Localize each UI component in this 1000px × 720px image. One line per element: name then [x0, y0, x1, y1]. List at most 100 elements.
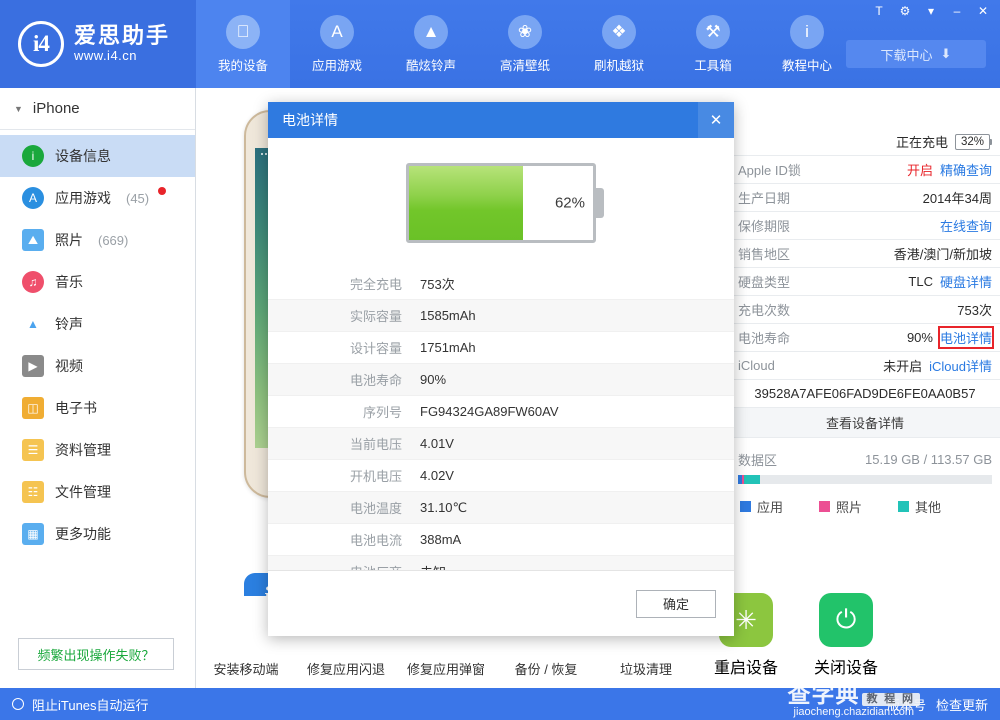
- storage-header: 数据区 15.19 GB / 113.57 GB: [730, 438, 1000, 475]
- battery-detail-row-1: 实际容量 1585mAh: [268, 300, 734, 332]
- nav-item-5[interactable]: ⚒ 工具箱: [666, 0, 760, 88]
- appstore-icon: A: [320, 14, 354, 49]
- nav-item-label: 高清壁纸: [499, 58, 550, 73]
- skin-icon[interactable]: T: [866, 0, 892, 22]
- photo-icon: ⛰: [22, 229, 44, 251]
- battery-detail-value: 31.10℃: [420, 499, 468, 515]
- sidebar-item-7[interactable]: ☰ 资料管理: [0, 429, 195, 471]
- status-bar: 阻止iTunes自动运行 版本号 检查更新: [0, 688, 1000, 720]
- nav-item-6[interactable]: i 教程中心: [760, 0, 854, 88]
- appstore-icon: A: [22, 187, 44, 209]
- close-icon[interactable]: ✕: [970, 0, 996, 22]
- nav-item-label: 教程中心: [781, 58, 832, 73]
- tool-4[interactable]: 垃圾清理: [596, 659, 696, 688]
- tool-2[interactable]: 修复应用弹窗: [396, 659, 496, 688]
- download-center-button[interactable]: 下载中心 ⬇: [846, 40, 986, 68]
- tool-1[interactable]: 修复应用闪退: [296, 659, 396, 688]
- tool-power-off-icon[interactable]: ⏻ 关闭设备: [796, 593, 896, 688]
- sidebar-item-3[interactable]: ♫ 音乐: [0, 261, 195, 303]
- device-tree-header[interactable]: ▼ iPhone: [0, 88, 195, 130]
- nav-item-label: 酷炫铃声: [405, 58, 456, 73]
- device-info-label: Apple ID锁: [738, 163, 801, 178]
- operation-failed-button[interactable]: 频繁出现操作失败？: [18, 638, 174, 670]
- sidebar-item-label: 电子书: [55, 400, 97, 416]
- device-info-link[interactable]: iCloud详情: [929, 356, 992, 375]
- nav-item-0[interactable]:  我的设备: [196, 0, 290, 88]
- sidebar-item-label: 视频: [55, 358, 83, 374]
- nav-item-2[interactable]: ▲ 酷炫铃声: [384, 0, 478, 88]
- device-info-link[interactable]: 电池详情: [937, 326, 995, 349]
- device-info-link[interactable]: 在线查询: [940, 216, 992, 235]
- battery-gauge: 62%: [268, 138, 734, 268]
- device-info-value: 90%: [906, 330, 933, 345]
- sidebar-item-count: (669): [98, 232, 129, 248]
- device-info-row-1: Apple ID锁 开启 精确查询: [730, 156, 1000, 184]
- tool-0[interactable]: 安装移动端: [196, 659, 296, 688]
- battery-outline-icon: 62%: [406, 163, 604, 243]
- nav-item-label: 我的设备: [217, 58, 268, 73]
- legend-label: 其他: [915, 500, 942, 515]
- device-info-row-3: 保修期限 在线查询: [730, 212, 1000, 240]
- dialog-title: 电池详情: [282, 112, 338, 128]
- device-info-link[interactable]: 硬盘详情: [940, 272, 992, 291]
- battery-detail-value: 90%: [420, 372, 447, 387]
- battery-detail-label: 电池寿命: [349, 373, 402, 388]
- battery-detail-row-0: 完全充电 753次: [268, 268, 734, 300]
- nav-item-3[interactable]: ❀ 高清壁纸: [478, 0, 572, 88]
- nav-item-1[interactable]: A 应用游戏: [290, 0, 384, 88]
- confirm-label: 确定: [662, 597, 689, 612]
- flower-wallpaper-icon: ❀: [508, 14, 542, 49]
- device-info-label: 电池寿命: [738, 331, 791, 346]
- device-info-value: 未开启: [883, 359, 923, 374]
- block-itunes-toggle[interactable]: 阻止iTunes自动运行: [12, 695, 149, 714]
- device-info-value: 2014年34周: [922, 191, 992, 206]
- sidebar-item-0[interactable]: i 设备信息: [0, 135, 195, 177]
- i4-logo-icon: i4: [18, 21, 64, 67]
- sidebar-item-label: 铃声: [55, 316, 83, 332]
- device-info-row-8: iCloud 未开启 iCloud详情: [730, 352, 1000, 380]
- battery-detail-row-2: 设计容量 1751mAh: [268, 332, 734, 364]
- brand-logo[interactable]: i4 爱思助手 www.i4.cn: [0, 0, 196, 88]
- sidebar-item-1[interactable]: A 应用游戏 (45): [0, 177, 195, 219]
- close-icon[interactable]: ✕: [698, 102, 734, 138]
- app-window: i4 爱思助手 www.i4.cn  我的设备 A 应用游戏 ▲ 酷炫铃声 ❀ 高清壁纸 ❖ 刷…: [0, 0, 1000, 720]
- dialog-title-bar: 电池详情 ✕: [268, 102, 734, 138]
- battery-percent-label: 62%: [554, 194, 585, 212]
- battery-detail-value: 1751mAh: [420, 340, 476, 355]
- menu-chevron-down-icon[interactable]: ▾: [918, 0, 944, 22]
- files-icon: ☷: [22, 481, 44, 503]
- brand-text: 爱思助手 www.i4.cn: [74, 23, 170, 65]
- sidebar-item-label: 更多功能: [55, 526, 111, 542]
- sidebar-item-8[interactable]: ☷ 文件管理: [0, 471, 195, 513]
- battery-detail-label: 开机电压: [349, 469, 402, 484]
- device-info-value: TLC: [908, 274, 933, 289]
- tool-3[interactable]: 备份 / 恢复: [496, 659, 596, 688]
- radio-circle-icon: [12, 698, 24, 710]
- device-info-link[interactable]: 精确查询: [940, 160, 992, 179]
- nav-item-label: 应用游戏: [311, 58, 362, 73]
- sidebar-item-2[interactable]: ⛰ 照片 (669): [0, 219, 195, 261]
- confirm-button[interactable]: 确定: [636, 589, 716, 618]
- storage-legend: 应用 照片 其他: [730, 484, 1000, 529]
- nav-item-4[interactable]: ❖ 刷机越狱: [572, 0, 666, 88]
- settings-gear-icon[interactable]: ⚙: [892, 0, 918, 22]
- sidebar-item-count: (45): [126, 190, 150, 206]
- legend-label: 应用: [757, 500, 784, 515]
- sidebar-list: i 设备信息 A 应用游戏 (45) ⛰ 照片 (669) ♫ 音乐 ▲ 铃声 ▶ 视频 ◫ 电子书 ☰ 资料管理…: [0, 130, 195, 555]
- device-info-label: iCloud: [738, 358, 775, 373]
- check-update-link[interactable]: 检查更新: [936, 695, 988, 714]
- brand-url: www.i4.cn: [74, 48, 138, 64]
- version-label: 版本号: [886, 697, 926, 713]
- sidebar-item-5[interactable]: ▶ 视频: [0, 345, 195, 387]
- battery-detail-label: 当前电压: [349, 437, 402, 452]
- minimize-icon[interactable]: –: [944, 0, 970, 22]
- battery-details-table: 完全充电 753次 实际容量 1585mAh 设计容量 1751mAh 电池寿命 90% 序列号…: [268, 268, 734, 570]
- sidebar-item-label: 音乐: [55, 274, 83, 290]
- view-device-details-button[interactable]: 查看设备详情: [730, 408, 1000, 438]
- device-info-row-2: 生产日期 2014年34周: [730, 184, 1000, 212]
- sidebar-item-9[interactable]: ▦ 更多功能: [0, 513, 195, 555]
- battery-detail-value: FG94324GA89FW60AV: [420, 404, 559, 419]
- sidebar-item-6[interactable]: ◫ 电子书: [0, 387, 195, 429]
- sidebar-item-4[interactable]: ▲ 铃声: [0, 303, 195, 345]
- operation-failed-label: 频繁出现操作失败？: [37, 647, 155, 663]
